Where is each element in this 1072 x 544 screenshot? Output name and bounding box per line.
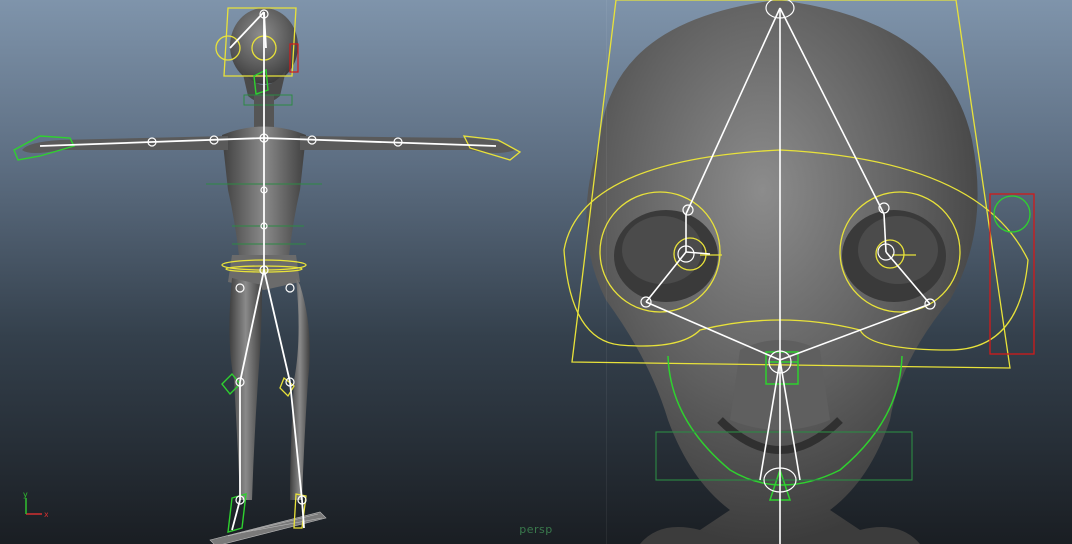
head-closeup-mesh[interactable]	[586, 0, 978, 544]
view-divider	[606, 0, 607, 544]
body-mesh[interactable]	[22, 8, 515, 500]
axis-x-label: x	[44, 510, 48, 519]
camera-name-label: persp	[519, 523, 553, 536]
axis-y-label: y	[23, 490, 28, 499]
rig-scene[interactable]	[0, 0, 1072, 544]
maya-persp-viewport[interactable]: x y persp	[0, 0, 1072, 544]
axis-gizmo: x y	[23, 490, 48, 519]
head-closeup-handle-green[interactable]	[993, 195, 1031, 233]
